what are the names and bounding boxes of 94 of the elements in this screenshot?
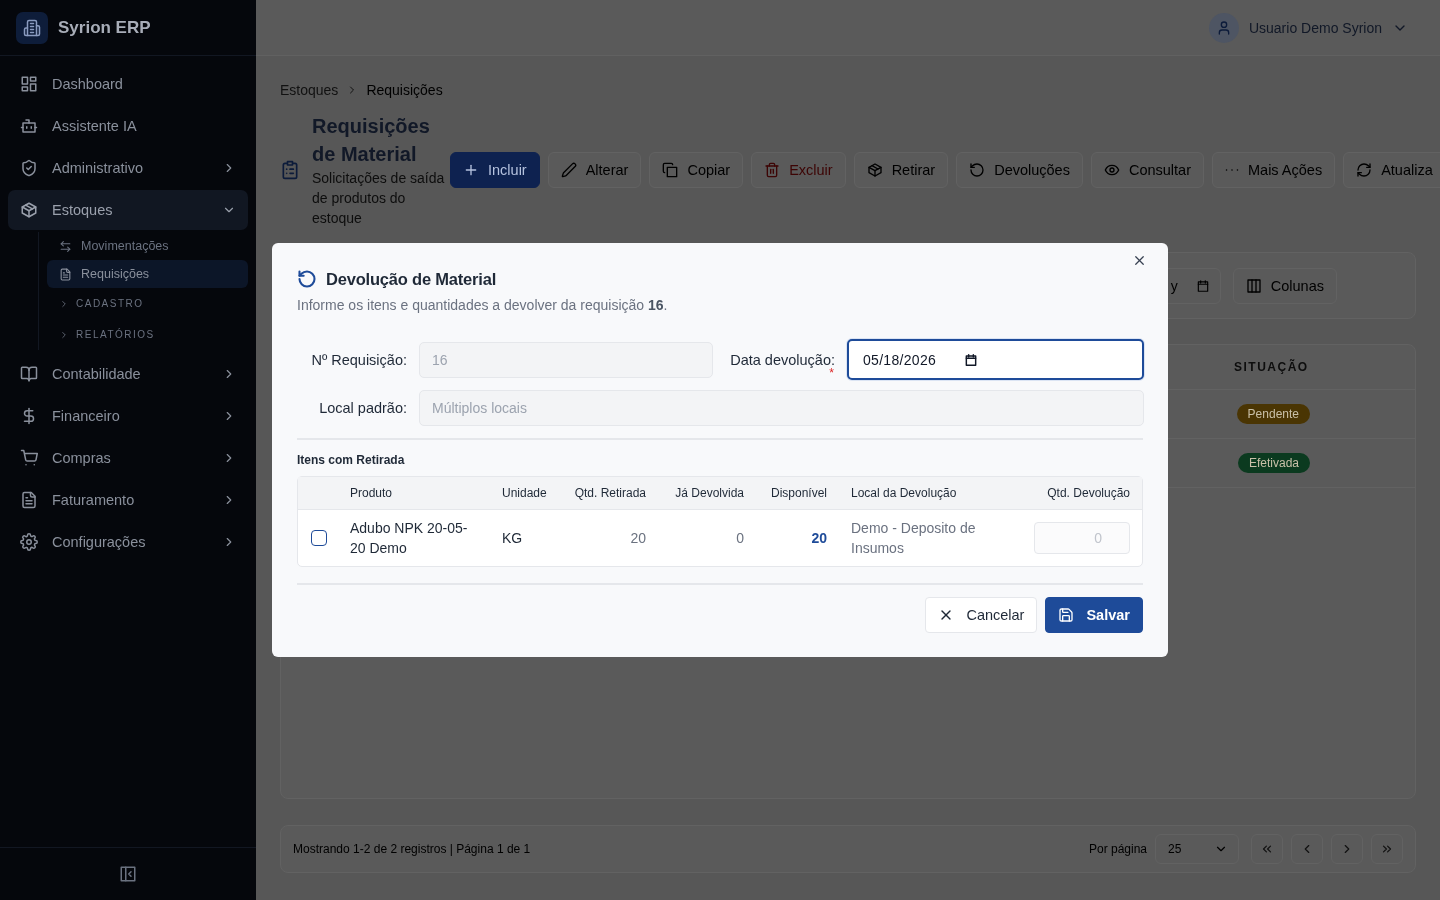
toolbar-button[interactable]: Incluir	[450, 152, 540, 188]
refresh-icon	[1356, 162, 1373, 178]
dialog-description: Informe os itens e quantidades a devolver da requisição 16.	[297, 297, 669, 313]
table-cell-text: 0	[735, 529, 745, 548]
toolbar-button[interactable]: Copiar	[649, 152, 744, 188]
robot-icon	[20, 117, 38, 135]
arrows-icon	[59, 239, 72, 253]
sidebar-item[interactable]: Compras	[8, 438, 248, 478]
page-subtitle: Solicitações de saída de produtos do estoque	[312, 169, 446, 228]
column-header: Qtd. Devolução	[1046, 486, 1131, 500]
breadcrumb-item[interactable]: Estoques	[280, 82, 339, 98]
close-icon	[1132, 253, 1147, 268]
document-icon	[20, 491, 38, 509]
pagination-summary: Mostrando 1-2 de 2 registros | Página 1 de 1	[293, 842, 532, 856]
chevron-right-icon	[59, 298, 69, 309]
table-cell-text: 20	[629, 529, 647, 548]
document-icon	[59, 267, 72, 281]
table-cell-text: Adubo NPK 20-05-20 Demo	[349, 519, 469, 558]
dashboard-icon	[20, 75, 38, 93]
columns-icon	[1245, 277, 1262, 294]
shield-icon	[20, 159, 38, 177]
eye-icon	[1103, 162, 1120, 178]
pencil-icon	[560, 162, 577, 178]
package-icon	[20, 201, 38, 219]
book-icon	[20, 365, 38, 383]
checkbox[interactable]	[311, 530, 327, 546]
required-mark: *	[829, 367, 834, 378]
toolbar-button[interactable]: Devoluções	[956, 152, 1083, 188]
copy-icon	[662, 162, 679, 178]
column-header: Unidade	[501, 486, 548, 500]
field-label: Local padrão:	[318, 400, 407, 416]
per-page-select[interactable]: 25	[1155, 834, 1239, 864]
sidebar-item[interactable]: Financeiro	[8, 396, 248, 436]
sidebar-item[interactable]: Dashboard	[8, 64, 248, 104]
calendar-icon	[964, 352, 979, 367]
toolbar-button[interactable]: Alterar	[547, 152, 642, 188]
date-field[interactable]: 05/18/2026	[847, 339, 1144, 380]
last-page-button[interactable]	[1371, 834, 1403, 864]
app-name: Syrion ERP	[58, 17, 151, 38]
field-label: Data devolução:	[730, 350, 835, 369]
table-cell-text: Demo - Deposito de Insumos	[850, 519, 977, 558]
next-page-button[interactable]	[1331, 834, 1363, 864]
per-page-label: Por página	[1088, 842, 1147, 856]
trash-icon	[764, 162, 781, 178]
column-header: Local da Devolução	[850, 486, 958, 500]
double-chevron-left-icon	[1260, 842, 1274, 856]
first-page-button[interactable]	[1251, 834, 1283, 864]
column-header: Qtd. Retirada	[573, 486, 647, 500]
double-chevron-right-icon	[1380, 842, 1394, 856]
page-title: Requisições de Material	[312, 114, 431, 167]
toolbar-button[interactable]: Mais Ações	[1212, 152, 1336, 188]
column-header: Já Devolvida	[674, 486, 745, 500]
columns-button[interactable]: Colunas	[1232, 267, 1337, 304]
column-header: SITUAÇÃO	[1234, 360, 1310, 374]
status-badge: Pendente	[1236, 404, 1310, 424]
sidebar-item[interactable]: Faturamento	[8, 480, 248, 520]
package-icon	[866, 162, 883, 178]
toolbar-button[interactable]: Atualiza	[1343, 152, 1440, 188]
clipboard-icon	[280, 160, 300, 180]
collapse-sidebar-icon[interactable]	[119, 865, 137, 883]
sidebar-item[interactable]: Configurações	[8, 522, 248, 562]
sidebar-item[interactable]: Assistente IA	[8, 106, 248, 146]
undo-icon	[969, 162, 986, 178]
cancel-button[interactable]: Cancelar	[925, 597, 1038, 633]
column-header: Produto	[349, 486, 394, 500]
toolbar-button[interactable]: Excluir	[751, 152, 846, 188]
plus-icon	[463, 162, 479, 178]
settings-icon	[20, 533, 38, 551]
undo-icon	[297, 269, 317, 289]
sidebar-subitem[interactable]: Movimentações	[47, 232, 248, 260]
sidebar-item[interactable]: Administrativo	[8, 148, 248, 188]
toolbar-button[interactable]: Retirar	[853, 152, 949, 188]
table-cell-text: KG	[501, 529, 524, 548]
user-menu[interactable]: Usuario Demo Syrion	[1208, 12, 1408, 43]
section-title: Itens com Retirada	[297, 438, 1143, 467]
previous-page-button[interactable]	[1291, 834, 1323, 864]
dialog-title: Devolução de Material	[326, 269, 497, 289]
sidebar-section[interactable]: RELATÓRIOS	[47, 319, 248, 350]
table-cell-text: 20	[810, 529, 828, 548]
sidebar-item[interactable]: Estoques	[8, 190, 248, 230]
sidebar-item[interactable]: Contabilidade	[8, 354, 248, 394]
chevron-right-icon	[59, 329, 69, 340]
status-badge: Efetivada	[1237, 453, 1310, 473]
cart-icon	[20, 449, 38, 467]
building-icon	[23, 18, 41, 37]
column-header: Disponível	[769, 486, 828, 500]
save-button[interactable]: Salvar	[1045, 597, 1143, 633]
toolbar-button[interactable]: Consultar	[1090, 152, 1204, 188]
field-label: Nº Requisição:	[310, 351, 407, 368]
calendar-icon	[1195, 278, 1210, 293]
sidebar-subitem[interactable]: Requisições	[47, 260, 248, 288]
sidebar-section[interactable]: CADASTRO	[47, 288, 248, 319]
save-icon	[1058, 607, 1075, 623]
breadcrumb-item: Requisições	[366, 82, 443, 98]
